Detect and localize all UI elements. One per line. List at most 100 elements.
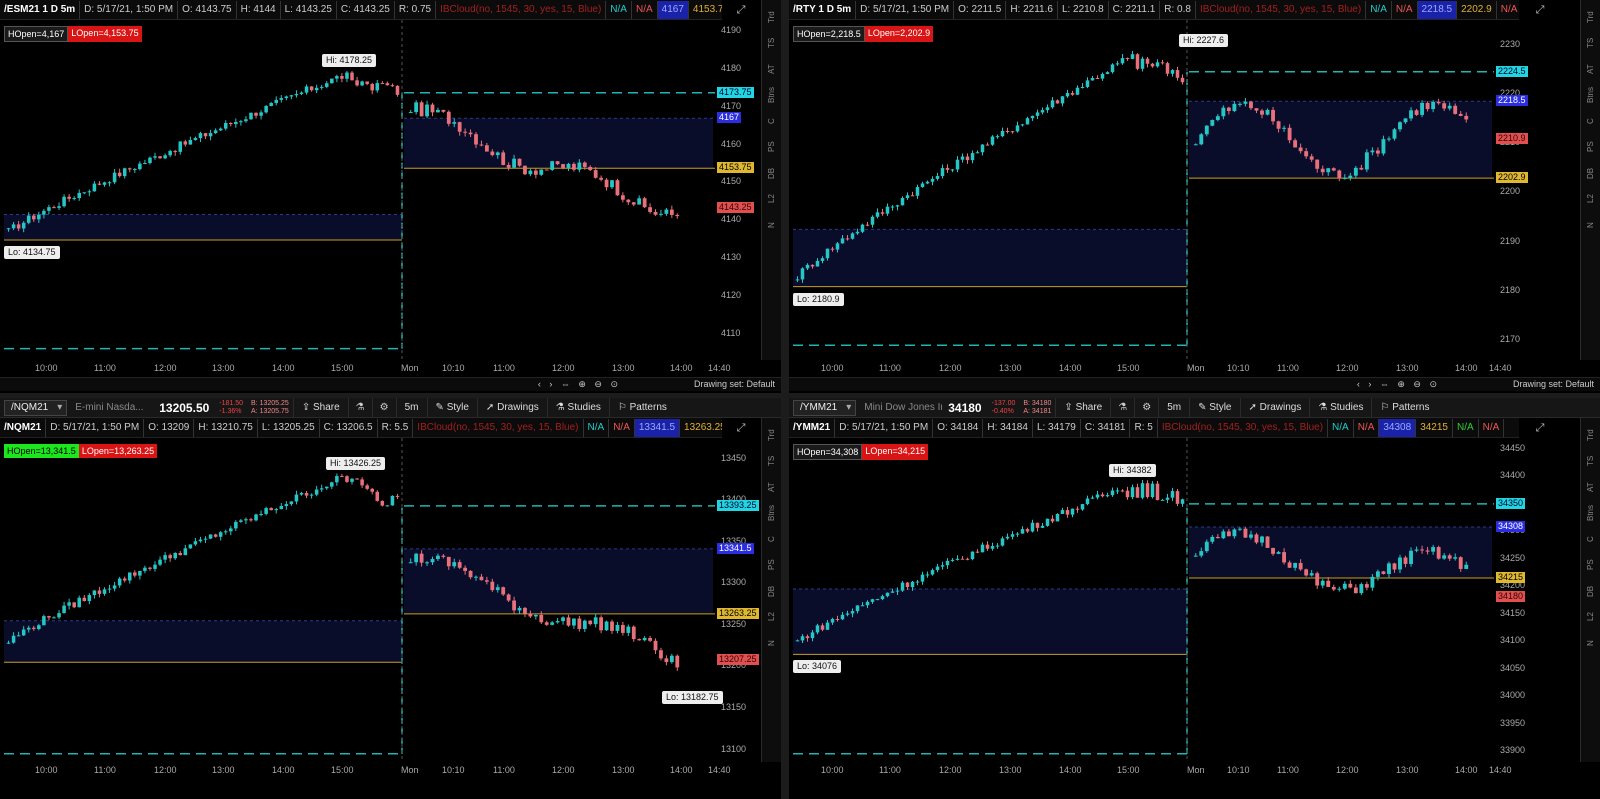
candle-body [815,260,820,267]
side-tab-n[interactable]: N [1581,632,1600,654]
price-axis[interactable]: 3445034400343503430034250342003415034100… [1494,398,1544,762]
side-tab-ps[interactable]: PS [1581,554,1600,576]
candle-body [385,83,390,86]
side-tab-trd[interactable]: Trd [1581,424,1600,446]
price-tick: 4180 [721,63,742,74]
candle-body [1293,140,1298,148]
low-chip: Lo: 34076 [793,660,842,674]
pre-cloud [793,589,1187,655]
candle-body [1453,557,1458,559]
side-tab-db[interactable]: DB [762,580,781,602]
drawing-set-selector[interactable]: Drawing set: Default [1513,379,1594,389]
candle-body [845,238,850,240]
candle-body [355,80,359,86]
candle-body [299,92,304,95]
candle-body [57,206,61,208]
drawing-set-selector[interactable]: Drawing set: Default [694,379,775,389]
time-tick: 14:00 [1455,765,1478,775]
side-tab-ts[interactable]: TS [1581,450,1600,472]
side-tab-ts[interactable]: TS [762,32,781,54]
side-tab-at[interactable]: AT [762,58,781,80]
candle-body [610,180,614,188]
time-axis[interactable]: 10:00 11:00 12:00 13:00 14:00 15:00 Mon 10:10 11… [789,362,1600,376]
side-tab-ps[interactable]: PS [762,136,781,158]
side-tab-n[interactable]: N [1581,214,1600,236]
candle-body [895,590,900,592]
side-tab-n[interactable]: N [762,632,781,654]
time-tick: 11:00 [493,765,515,775]
candle-body [414,553,419,563]
candle-body [127,572,132,581]
side-tab-trd[interactable]: Trd [762,6,781,28]
time-tick: 15:00 [331,363,354,373]
side-tab-l2[interactable]: L2 [762,188,781,210]
side-tabs: Trd TS AT Btns C PS DB L2 N [761,418,781,762]
side-tab-c[interactable]: C [1581,110,1600,132]
side-tab-at[interactable]: AT [1581,58,1600,80]
candle-body [229,122,233,125]
candle-body [940,565,945,567]
side-tab-db[interactable]: DB [762,162,781,184]
candle-body [1425,550,1430,552]
side-tab-ps[interactable]: PS [762,554,781,576]
side-tab-at[interactable]: AT [1581,476,1600,498]
side-tab-n[interactable]: N [762,214,781,236]
price-badge-yellow: 34215 [1496,572,1526,584]
side-tab-db[interactable]: DB [1581,162,1600,184]
price-chart[interactable] [789,0,1494,360]
side-tab-btns[interactable]: Btns [1581,84,1600,106]
candle-body [244,119,248,122]
candle-body [1298,147,1303,152]
candle-body [26,215,31,223]
side-tab-trd[interactable]: Trd [762,424,781,446]
candle-body [1040,525,1045,528]
time-axis[interactable]: 10:00 11:00 12:00 13:00 14:00 15:00 Mon 10:10 11… [0,764,781,778]
candle-body [1359,167,1364,170]
candle-body [885,206,890,214]
side-tab-btns[interactable]: Btns [1581,502,1600,524]
time-axis[interactable]: 10:00 11:00 12:00 13:00 14:00 15:00 Mon 10:10 11… [0,362,781,376]
zoom-controls[interactable]: ‹ › ⇔ ⊕ ⊖ ⊙ [1357,379,1440,390]
candle-body [1442,103,1447,109]
candle-body [820,258,825,261]
side-tab-ts[interactable]: TS [1581,32,1600,54]
candle-body [1155,62,1160,67]
candle-body [1453,105,1458,114]
side-tab-l2[interactable]: L2 [762,606,781,628]
candle-body [218,128,223,131]
side-tab-ts[interactable]: TS [762,450,781,472]
candle-body [850,233,855,239]
side-tab-c[interactable]: C [1581,528,1600,550]
candle-body [1000,130,1005,137]
time-axis[interactable]: 10:00 11:00 12:00 13:00 14:00 15:00 Mon 10:10 11… [789,764,1600,778]
side-tab-l2[interactable]: L2 [1581,606,1600,628]
candle-body [1221,531,1226,539]
price-axis[interactable]: 4190 4180 4170 4160 4150 4140 4130 4120 4110 4173… [715,0,765,360]
candle-body [457,122,462,132]
candle-body [289,95,294,97]
pane-splitter-horizontal[interactable] [0,393,1600,398]
price-axis[interactable]: 22302220221022002190218021702224.52218.5… [1494,0,1544,360]
zoom-controls[interactable]: ‹ › ⇔ ⊕ ⊖ ⊙ [538,379,621,390]
candle-body [158,156,162,159]
side-tab-c[interactable]: C [762,110,781,132]
side-tab-db[interactable]: DB [1581,580,1600,602]
price-chart[interactable] [789,398,1494,762]
candle-body [1403,118,1408,123]
candle-body [995,136,1000,138]
candle-body [935,176,940,179]
price-chart[interactable] [0,398,715,762]
side-tab-ps[interactable]: PS [1581,136,1600,158]
price-tick: 2170 [1500,334,1521,345]
side-tab-trd[interactable]: Trd [1581,6,1600,28]
candle-body [1035,522,1040,528]
side-tab-at[interactable]: AT [762,476,781,498]
pane-splitter-vertical[interactable] [781,0,789,799]
candle-body [198,133,203,139]
side-tab-btns[interactable]: Btns [762,502,781,524]
candle-body [512,158,516,168]
side-tab-c[interactable]: C [762,528,781,550]
price-axis[interactable]: 1345013400133501330013250132001315013100… [715,398,765,762]
side-tab-btns[interactable]: Btns [762,84,781,106]
side-tab-l2[interactable]: L2 [1581,188,1600,210]
